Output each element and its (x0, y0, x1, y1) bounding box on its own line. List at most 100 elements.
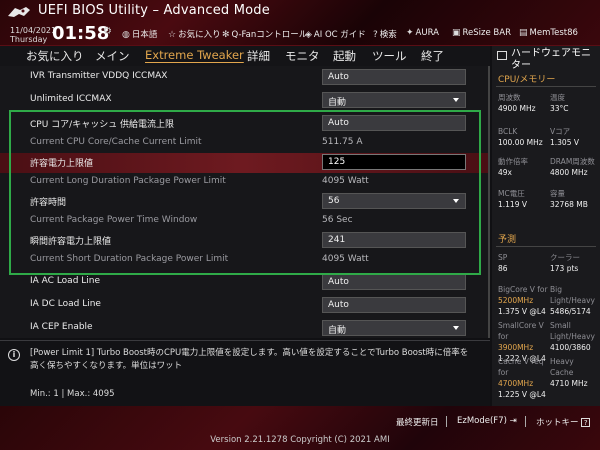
hw-value: 4100/3860 (550, 343, 591, 352)
hw-key: Vコア (550, 127, 571, 136)
search-button[interactable]: ? 検索 (373, 28, 397, 40)
hw-divider (496, 86, 596, 87)
tab-exit[interactable]: 終了 (421, 48, 444, 64)
hw-value: 1.119 V (498, 200, 527, 209)
hw-value: 1.225 V @L4 (498, 390, 546, 399)
setting-ia-cep-enable[interactable]: IA CEP Enable 自動 (0, 319, 488, 339)
hw-big-light-heavy: Big Light/Heavy 5486/5174 (550, 284, 598, 317)
setting-value-field[interactable]: Auto (322, 274, 466, 290)
hw-key: SmallCore V for (498, 321, 544, 341)
help-description: [Power Limit 1] Turbo Boost時のCPU電力上限値を設定… (30, 348, 469, 371)
setting-label: IA DC Load Line (30, 299, 101, 309)
tool-label: お気に入り (178, 30, 221, 40)
hw-key: Small Light/Heavy (550, 321, 595, 341)
hotkey-button[interactable]: ホットキー ? (536, 416, 591, 428)
info-icon: i (8, 349, 20, 361)
setting-label: IA AC Load Line (30, 276, 101, 286)
globe-icon: ◍ (122, 30, 130, 40)
content-scrollbar[interactable] (488, 66, 490, 338)
tab-favorites[interactable]: お気に入り (26, 48, 84, 64)
hw-key: 容量 (550, 189, 565, 198)
favorites-button[interactable]: ☆ お気に入り (168, 28, 221, 40)
hw-value: 1.375 V @L4 (498, 307, 546, 316)
version-copyright: Version 2.21.1278 Copyright (C) 2021 AMI (210, 435, 390, 445)
hw-key: BigCore V for (498, 285, 548, 294)
hw-value: 4900 MHz (498, 104, 536, 113)
hw-cooler: クーラー 173 pts (550, 252, 580, 274)
help-range: Min.: 1 | Max.: 4095 (30, 389, 115, 399)
info-value: 511.75 A (322, 137, 363, 147)
hw-value: 5486/5174 (550, 307, 591, 316)
setting-label: 許容時間 (30, 198, 67, 208)
day-text: Thursday (10, 35, 48, 44)
help-icon: ? (373, 30, 378, 40)
hw-capacity: 容量 32768 MB (550, 188, 588, 210)
footer-divider (525, 416, 526, 427)
hw-key: MC電圧 (498, 189, 525, 198)
setting-dropdown[interactable]: 自動 (322, 92, 466, 108)
ezmode-button[interactable]: EzMode(F7) ⇥ (457, 416, 517, 426)
fan-icon: ✻ (222, 30, 230, 40)
tab-advanced[interactable]: 詳細 (247, 48, 270, 64)
setting-ia-ac-load-line[interactable]: IA AC Load Line Auto (0, 273, 488, 293)
memtest86-button[interactable]: ▤ MemTest86 (519, 28, 578, 38)
resize-bar-button[interactable]: ▣ ReSize BAR (452, 28, 511, 38)
setting-dropdown[interactable]: 自動 (322, 320, 466, 336)
ai-oc-guide-button[interactable]: ◈ AI OC ガイド (305, 28, 366, 40)
setting-long-duration-power-limit[interactable]: 許容電力上限値 125 (0, 153, 488, 173)
setting-unlimited-iccmax[interactable]: Unlimited ICCMAX 自動 (0, 91, 488, 111)
info-value: 4095 Watt (322, 176, 369, 186)
tab-monitor[interactable]: モニタ (285, 48, 320, 64)
setting-value-field[interactable]: 241 (322, 232, 466, 248)
hw-small-light-heavy: Small Light/Heavy 4100/3860 (550, 320, 598, 353)
setting-dropdown[interactable]: 56 (322, 193, 466, 209)
setting-label: IA CEP Enable (30, 322, 93, 332)
hw-bclk: BCLK 100.00 MHz (498, 126, 543, 148)
info-label: Current Package Power Time Window (30, 215, 198, 225)
hw-cpu-frequency: 周波数 4900 MHz (498, 92, 536, 114)
clock-settings-icon[interactable]: ⚙ (103, 26, 112, 37)
info-value: 4095 Watt (322, 254, 369, 264)
hw-bigcore-v: BigCore V for 5200MHz 1.375 V @L4 (498, 284, 550, 317)
aura-button[interactable]: ✦ AURA (406, 28, 439, 38)
hw-value: 173 pts (550, 264, 579, 273)
hw-monitor-title: ハードウェアモニター (511, 48, 591, 71)
help-max: Max.: 4095 (67, 389, 115, 399)
language-button[interactable]: ◍ 日本語 (122, 28, 157, 40)
last-modified-button[interactable]: 最終更新日 (396, 416, 439, 428)
tab-extreme-tweaker[interactable]: Extreme Tweaker (145, 48, 244, 62)
tab-boot[interactable]: 起動 (333, 48, 356, 64)
hw-key: Heavy Cache (550, 357, 574, 377)
setting-ivr-vddq-iccmax[interactable]: IVR Transmitter VDDQ ICCMAX Auto (0, 68, 488, 88)
hw-key: Big Light/Heavy (550, 285, 595, 305)
footer-divider (446, 416, 447, 427)
tool-label: 検索 (379, 30, 397, 40)
info-label: Current Short Duration Package Power Lim… (30, 254, 229, 264)
hw-heavy-cache: Heavy Cache 4710 MHz (550, 356, 598, 389)
hw-key: 動作倍率 (498, 157, 528, 166)
settings-list: IVR Transmitter VDDQ ICCMAX Auto Unlimit… (0, 66, 488, 338)
hw-key: 温度 (550, 93, 565, 102)
setting-time-window[interactable]: 許容時間 56 (0, 192, 488, 212)
help-min: Min.: 1 (30, 389, 59, 399)
setting-short-duration-power-limit[interactable]: 瞬間許容電力上限値 241 (0, 231, 488, 251)
date-display: 11/04/2021 Thursday (10, 26, 56, 44)
setting-cpu-core-cache-current-limit[interactable]: CPU コア/キャッシュ 供給電流上限 Auto (0, 114, 488, 134)
setting-label: 瞬間許容電力上限値 (30, 237, 112, 247)
hw-key: DRAM周波数 (550, 157, 595, 166)
tab-main[interactable]: メイン (95, 48, 130, 64)
setting-label: Unlimited ICCMAX (30, 94, 112, 104)
power-limit-input[interactable]: 125 (322, 154, 466, 170)
setting-value-field[interactable]: Auto (322, 297, 466, 313)
hw-value: 100.00 MHz (498, 138, 543, 147)
hw-cpu-temperature: 温度 33°C (550, 92, 569, 114)
setting-ia-dc-load-line[interactable]: IA DC Load Line Auto (0, 296, 488, 316)
hw-vcore: Vコア 1.305 V (550, 126, 579, 148)
qfan-control-button[interactable]: ✻ Q-Fanコントロール (222, 28, 307, 40)
setting-value-field[interactable]: Auto (322, 69, 466, 85)
hw-mc-voltage: MC電圧 1.119 V (498, 188, 527, 210)
hw-freq: 4700MHz (498, 379, 534, 388)
hw-cache-v: Cache V req for 4700MHz 1.225 V @L4 (498, 356, 550, 400)
tab-tool[interactable]: ツール (372, 48, 407, 64)
setting-value-field[interactable]: Auto (322, 115, 466, 131)
